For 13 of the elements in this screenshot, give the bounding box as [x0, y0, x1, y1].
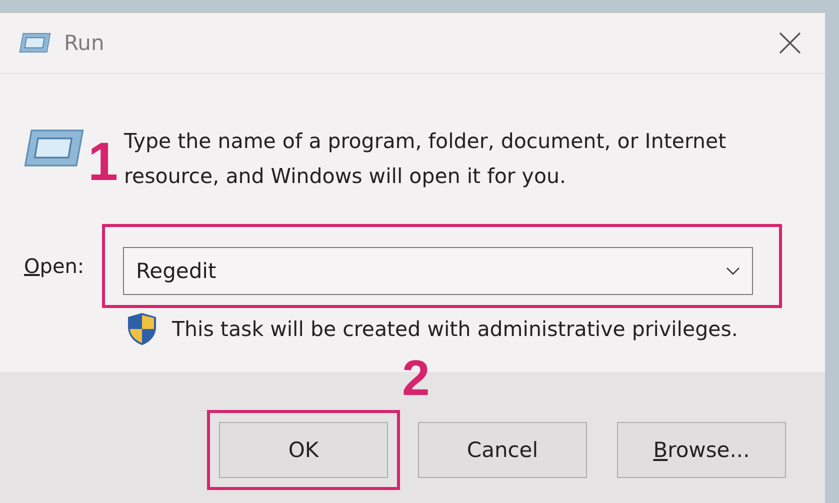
- step-number: 1: [88, 131, 118, 193]
- command-combobox[interactable]: Regedit: [123, 247, 753, 295]
- dialog-button[interactable]: OK: [219, 422, 388, 478]
- dialog-button[interactable]: Cancel: [418, 422, 587, 478]
- admin-note: This task will be created with administrative privileges.: [172, 317, 738, 341]
- open-label: Open:: [24, 254, 86, 278]
- dialog-button[interactable]: Browse...: [617, 422, 786, 478]
- window-title: Run: [64, 31, 104, 55]
- step-number: 2: [402, 349, 430, 407]
- dropdown-chevron-icon[interactable]: [726, 267, 740, 275]
- instruction-text: Type the name of a program, folder, document, or Internet resource, and Windows will open it for you.: [124, 128, 728, 190]
- shield-icon: [126, 312, 158, 346]
- close-icon[interactable]: [779, 32, 801, 54]
